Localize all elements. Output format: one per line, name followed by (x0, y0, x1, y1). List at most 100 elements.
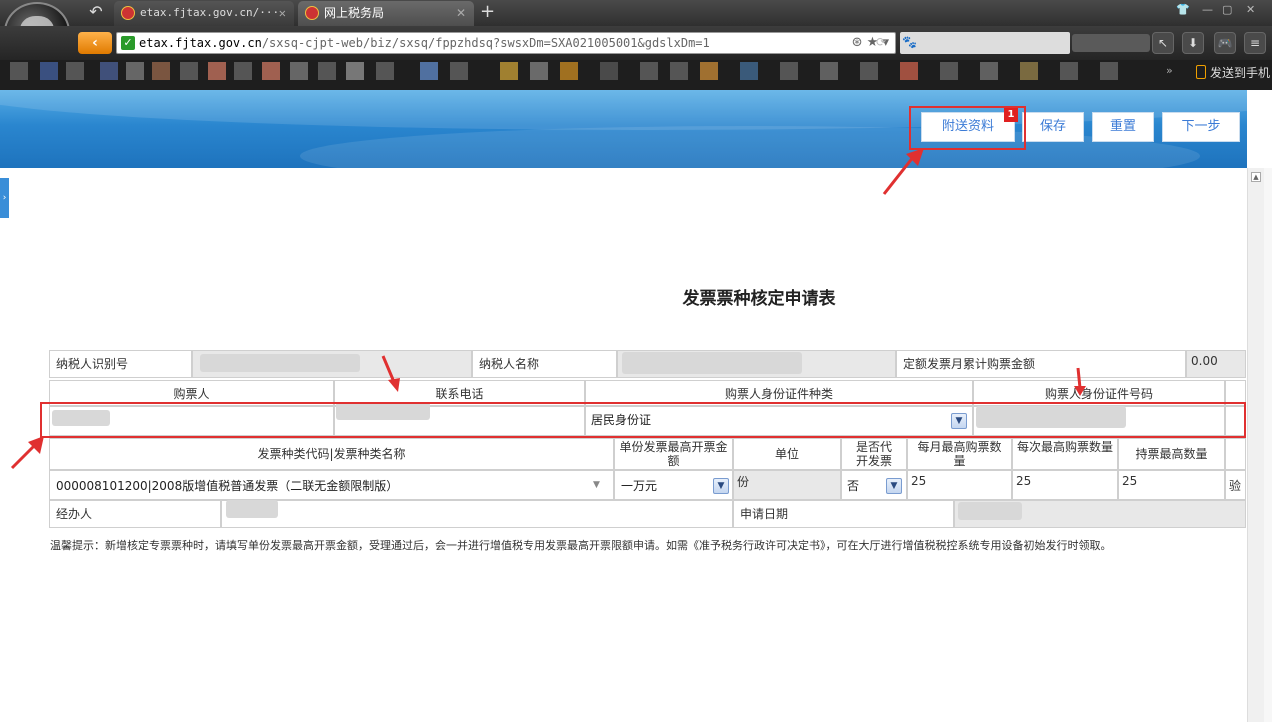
download-icon[interactable]: ⬇ (1182, 32, 1204, 54)
bookmark-item[interactable] (860, 62, 878, 80)
bookmark-item[interactable] (1060, 62, 1078, 80)
secure-check-icon: ✓ (121, 36, 135, 50)
bookmark-item[interactable] (10, 62, 28, 80)
menu-icon[interactable]: ≡ (1244, 32, 1266, 54)
scroll-up-icon[interactable]: ▲ (1251, 172, 1261, 182)
tab-label: 网上税务局 (324, 6, 385, 20)
bookmark-item[interactable] (1100, 62, 1118, 80)
header-cell (1225, 438, 1246, 470)
vertical-scrollbar[interactable]: ▲ (1247, 168, 1265, 722)
max-amount-header: 单份发票最高开票金额 (614, 438, 733, 470)
redacted-taxpayer-id (200, 354, 360, 372)
bookmark-item[interactable] (820, 62, 838, 80)
monthly-header: 每月最高购票数量 (907, 438, 1012, 470)
invoice-code-select[interactable]: 000008101200|2008版增值税普通发票（二联无金额限制版） (52, 476, 610, 498)
bookmark-item[interactable] (900, 62, 918, 80)
proxy-selected: 否 (847, 479, 860, 493)
cursor-icon[interactable]: ↖ (1152, 32, 1174, 54)
minimize-icon[interactable]: — (1202, 3, 1213, 16)
new-tab-button[interactable]: + (480, 2, 495, 22)
tab-online-tax-bureau[interactable]: 网上税务局 ✕ (298, 1, 474, 26)
bookmark-item[interactable] (940, 62, 958, 80)
quota-label: 定额发票月累计购票金额 (896, 350, 1186, 378)
bookmark-item[interactable] (376, 62, 394, 80)
quota-value: 0.00 (1186, 350, 1246, 378)
bookmark-item[interactable] (290, 62, 308, 80)
url-host: etax.fjtax.gov.cn (139, 36, 262, 50)
unit-value: 份 (733, 470, 841, 500)
invoice-code-header: 发票种类代码|发票种类名称 (49, 438, 614, 470)
hold-header: 持票最高数量 (1118, 438, 1225, 470)
taxpayer-id-label: 纳税人识别号 (49, 350, 192, 378)
send-to-phone-button[interactable]: 发送到手机 (1195, 64, 1270, 81)
bookmark-item[interactable] (1020, 62, 1038, 80)
tax-emblem-icon (121, 6, 135, 20)
bookmarks-more[interactable]: » (1166, 64, 1173, 77)
bookmark-item[interactable] (640, 62, 658, 80)
bookmark-item[interactable] (700, 62, 718, 80)
monthly-input[interactable]: 25 (907, 470, 1012, 500)
bookmark-item[interactable] (670, 62, 688, 80)
bookmark-item[interactable] (208, 62, 226, 80)
chevron-down-icon[interactable]: ▼ (713, 478, 729, 494)
bookmark-item[interactable] (600, 62, 618, 80)
bookmark-item[interactable] (346, 62, 364, 80)
handler-label: 经办人 (49, 500, 221, 528)
sidebar-toggle[interactable]: › (0, 178, 9, 218)
handler-input[interactable] (221, 500, 733, 528)
tab-etax[interactable]: etax.fjtax.gov.cn/··· ✕ (114, 1, 294, 26)
baidu-paw-icon: 🐾 (902, 35, 917, 49)
bookmark-item[interactable] (780, 62, 798, 80)
invoice-code-selected: 000008101200|2008版增值税普通发票（二联无金额限制版） (56, 479, 399, 493)
bookmark-item[interactable] (560, 62, 578, 80)
bookmark-item[interactable] (234, 62, 252, 80)
bookmark-item[interactable] (980, 62, 998, 80)
address-bar[interactable]: ✓ etax.fjtax.gov.cn/sxsq-cjpt-web/biz/sx… (116, 32, 896, 54)
back-button[interactable]: ‹ (78, 32, 112, 54)
annotation-arrow (1074, 367, 1086, 396)
close-tab-icon[interactable]: ✕ (456, 1, 466, 25)
maximize-icon[interactable]: ▢ (1222, 3, 1232, 16)
search-box[interactable]: 🐾 (900, 32, 1070, 54)
send-to-phone-label: 发送到手机 (1209, 66, 1270, 80)
reset-button[interactable]: 重置 (1092, 112, 1154, 142)
bookmark-item[interactable] (126, 62, 144, 80)
bookmark-item[interactable] (40, 62, 58, 80)
bookmark-item[interactable] (180, 62, 198, 80)
gamepad-icon[interactable]: 🎮 (1214, 32, 1236, 54)
bookmark-item[interactable] (530, 62, 548, 80)
unit-header: 单位 (733, 438, 841, 470)
extension-buttons[interactable] (1072, 34, 1150, 52)
tab-label: etax.fjtax.gov.cn/··· (140, 6, 280, 19)
refresh-icon[interactable]: ⟳ (870, 32, 892, 54)
each-header: 每次最高购票数量 (1012, 438, 1118, 470)
bookmark-item[interactable] (450, 62, 468, 80)
close-window-icon[interactable]: ✕ (1246, 3, 1255, 16)
bookmark-item[interactable] (500, 62, 518, 80)
save-button[interactable]: 保存 (1022, 112, 1084, 142)
url-text: etax.fjtax.gov.cn/sxsq-cjpt-web/biz/sxsq… (139, 36, 710, 50)
proxy-header: 是否代开发票 (841, 438, 907, 470)
tax-emblem-icon (305, 6, 319, 20)
each-input[interactable]: 25 (1012, 470, 1118, 500)
highlight-box-buyer-row (40, 402, 1246, 438)
bookmark-item[interactable] (66, 62, 84, 80)
warm-tip: 温馨提示：新增核定专票票种时，请填写单份发票最高开票金额，受理通过后，会一并进行… (50, 539, 1112, 552)
skin-icon[interactable]: 👕 (1176, 3, 1190, 16)
close-tab-icon[interactable]: ✕ (279, 1, 286, 25)
bookmark-item[interactable] (318, 62, 336, 80)
bookmark-item[interactable] (420, 62, 438, 80)
annotation-arrow (882, 148, 924, 195)
hold-input[interactable]: 25 (1118, 470, 1225, 500)
bookmark-item[interactable] (740, 62, 758, 80)
redacted-taxpayer-name (622, 352, 802, 374)
speed-mode-icon[interactable]: ⊛ (852, 35, 863, 50)
bookmark-item[interactable] (262, 62, 280, 80)
bookmark-item[interactable] (152, 62, 170, 80)
bookmark-item[interactable] (100, 62, 118, 80)
extra-cell: 验 (1225, 470, 1246, 500)
next-step-button[interactable]: 下一步 (1162, 112, 1240, 142)
chevron-down-icon[interactable]: ▼ (886, 478, 902, 494)
undo-close-tab-icon[interactable]: ↶ (84, 2, 108, 22)
chevron-down-icon[interactable]: ▼ (593, 480, 600, 490)
